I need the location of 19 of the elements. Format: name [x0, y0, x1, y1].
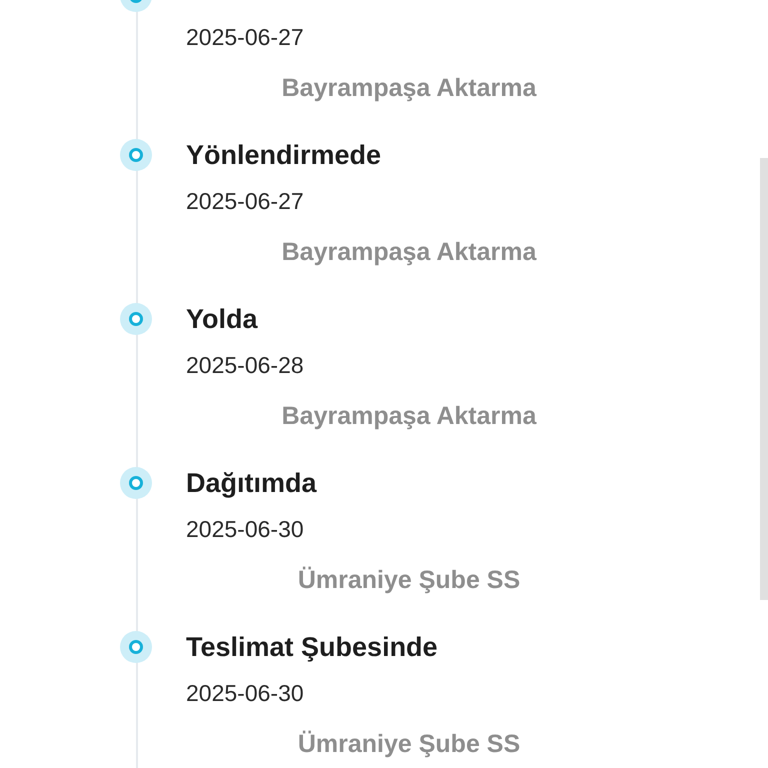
- timeline-dot-icon: [120, 139, 152, 171]
- status-date: 2025-06-28: [186, 351, 305, 380]
- status-date: 2025-06-30: [186, 515, 305, 544]
- status-date: 2025-06-27: [186, 23, 305, 52]
- status-title: Yönlendirmede: [186, 139, 382, 172]
- status-date: 2025-06-30: [186, 679, 305, 708]
- status-location: Ümraniye Şube SS: [296, 565, 522, 595]
- timeline-dot-icon: [120, 303, 152, 335]
- status-title: Teslimat Şubesinde: [186, 631, 439, 664]
- status-title: Yolda: [186, 303, 259, 336]
- status-location: Bayrampaşa Aktarma: [280, 237, 538, 267]
- timeline-dot-icon: [120, 467, 152, 499]
- status-location: Ümraniye Şube SS: [296, 729, 522, 759]
- status-location: Bayrampaşa Aktarma: [280, 401, 538, 431]
- status-location: Bayrampaşa Aktarma: [280, 73, 538, 103]
- timeline-dot-icon: [120, 631, 152, 663]
- status-title: Dağıtımda: [186, 467, 318, 500]
- status-date: 2025-06-27: [186, 187, 305, 216]
- scrollbar[interactable]: [760, 158, 768, 600]
